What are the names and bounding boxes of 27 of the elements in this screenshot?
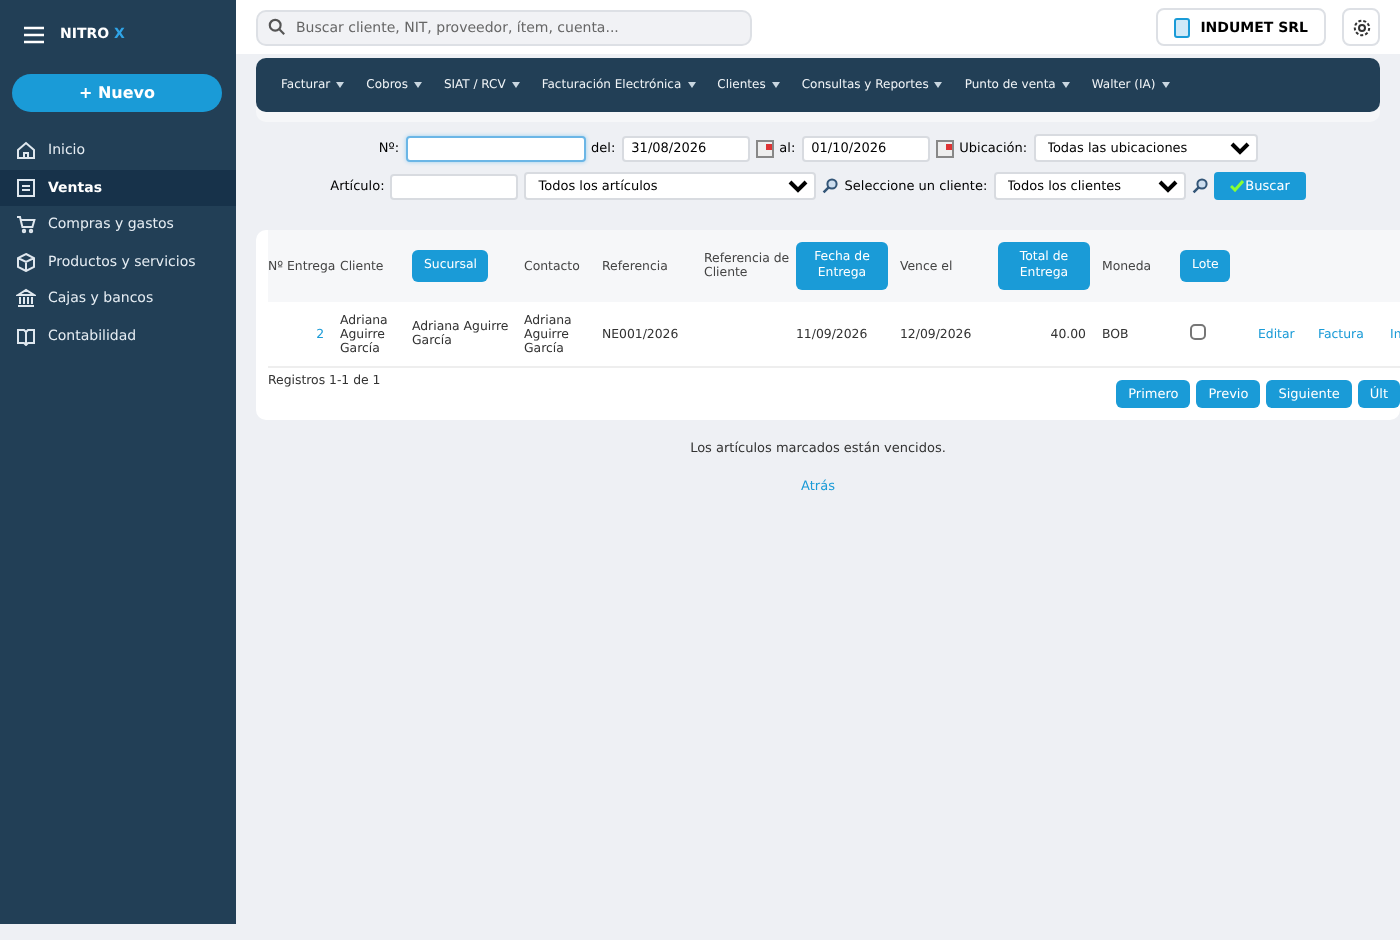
number-field[interactable]	[405, 135, 586, 161]
caret-icon	[413, 82, 422, 88]
document-icon	[1174, 17, 1191, 37]
row-checkbox[interactable]	[1190, 324, 1206, 340]
check-icon	[1229, 180, 1244, 192]
receipt-icon	[16, 177, 36, 198]
caret-icon	[934, 82, 943, 88]
caret-icon	[511, 82, 520, 88]
bank-icon	[16, 288, 36, 309]
caret-icon	[336, 82, 345, 88]
caret-icon	[1161, 82, 1170, 88]
calendar-icon[interactable]	[935, 139, 954, 157]
cart-icon	[16, 214, 36, 235]
search-icon[interactable]	[1191, 178, 1208, 194]
caret-icon	[687, 82, 696, 88]
settings-icon	[1351, 17, 1371, 37]
menu-icon[interactable]	[24, 25, 44, 43]
article-field[interactable]	[390, 173, 519, 199]
book-icon	[16, 325, 36, 346]
search-icon	[268, 18, 286, 36]
calendar-icon[interactable]	[755, 139, 774, 157]
home-icon	[16, 140, 36, 161]
settings-button[interactable]	[1342, 8, 1380, 46]
caret-icon	[1061, 82, 1070, 88]
cube-icon	[16, 251, 36, 272]
search-icon[interactable]	[822, 178, 839, 194]
caret-icon	[771, 82, 780, 88]
